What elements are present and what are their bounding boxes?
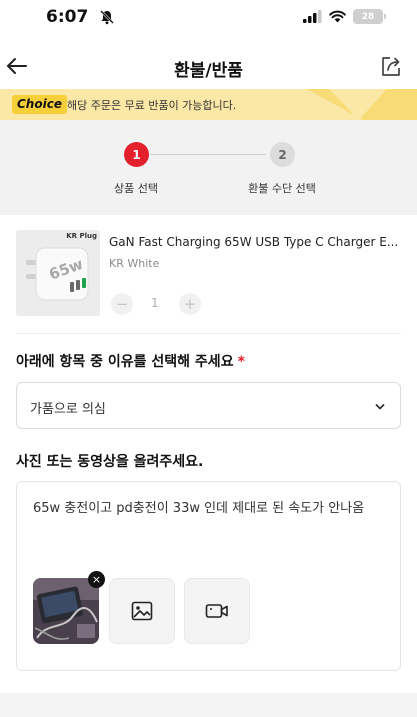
reason-heading-text: 아래에 항목 중 이유를 선택해 주세요: [16, 354, 234, 370]
comment-textarea[interactable]: 65w 충전이고 pd충전이 33w 인데 제대로 된 속도가 안나옴: [33, 498, 383, 519]
progress-steps: 1 2 상품 선택 환불 수단 선택: [0, 120, 417, 215]
thumbnail-tag: KR Plug: [66, 232, 97, 240]
nav-header: 환불/반품: [0, 44, 417, 88]
quantity-value: 1: [151, 296, 159, 310]
upload-box: 65w 충전이고 pd충전이 33w 인데 제대로 된 속도가 안나옴 ×: [16, 481, 401, 671]
banner-text: 해당 주문은 무료 반품이 가능합니다.: [67, 99, 237, 112]
step-connector: [150, 154, 266, 155]
quantity-plus-button[interactable]: +: [179, 293, 201, 315]
upload-heading: 사진 또는 동영상을 올려주세요.: [16, 454, 204, 470]
chevron-down-icon: [375, 404, 385, 410]
share-icon[interactable]: [379, 54, 403, 78]
step-1-label: 상품 선택: [114, 182, 158, 195]
free-return-banner: Choice 해당 주문은 무료 반품이 가능합니다.: [0, 89, 417, 120]
add-video-button[interactable]: [184, 578, 250, 644]
step-2-indicator: 2: [270, 142, 295, 167]
uploaded-photo-thumbnail[interactable]: [33, 578, 99, 644]
mute-bell-icon: [100, 10, 114, 25]
product-variant: KR White: [109, 257, 160, 270]
remove-photo-button[interactable]: ×: [88, 571, 105, 588]
banner-decoration: [307, 89, 417, 120]
product-thumbnail: 65w KR Plug: [16, 230, 100, 316]
choice-badge: Choice: [12, 95, 67, 114]
step-2-label: 환불 수단 선택: [248, 182, 316, 195]
image-icon: [131, 601, 153, 621]
status-bar: 6:07 28: [0, 0, 417, 40]
page-title: 환불/반품: [174, 61, 243, 81]
reason-select[interactable]: 가품으로 의심: [16, 382, 401, 429]
bottom-bar: [0, 693, 417, 717]
add-photo-button[interactable]: [109, 578, 175, 644]
cellular-signal-icon: [303, 10, 322, 23]
required-mark: *: [237, 354, 245, 370]
battery-icon: 28: [353, 9, 386, 24]
video-camera-icon: [205, 604, 228, 618]
status-time: 6:07: [46, 7, 89, 27]
wifi-icon: [329, 10, 346, 23]
reason-heading: 아래에 항목 중 이유를 선택해 주세요 *: [16, 351, 245, 371]
divider: [16, 333, 401, 334]
step-1-indicator: 1: [124, 142, 149, 167]
product-item: 65w KR Plug GaN Fast Charging 65W USB Ty…: [0, 215, 417, 335]
quantity-minus-button[interactable]: −: [111, 293, 133, 315]
reason-selected-value: 가품으로 의심: [30, 402, 106, 417]
product-title[interactable]: GaN Fast Charging 65W USB Type C Charger…: [109, 235, 401, 249]
